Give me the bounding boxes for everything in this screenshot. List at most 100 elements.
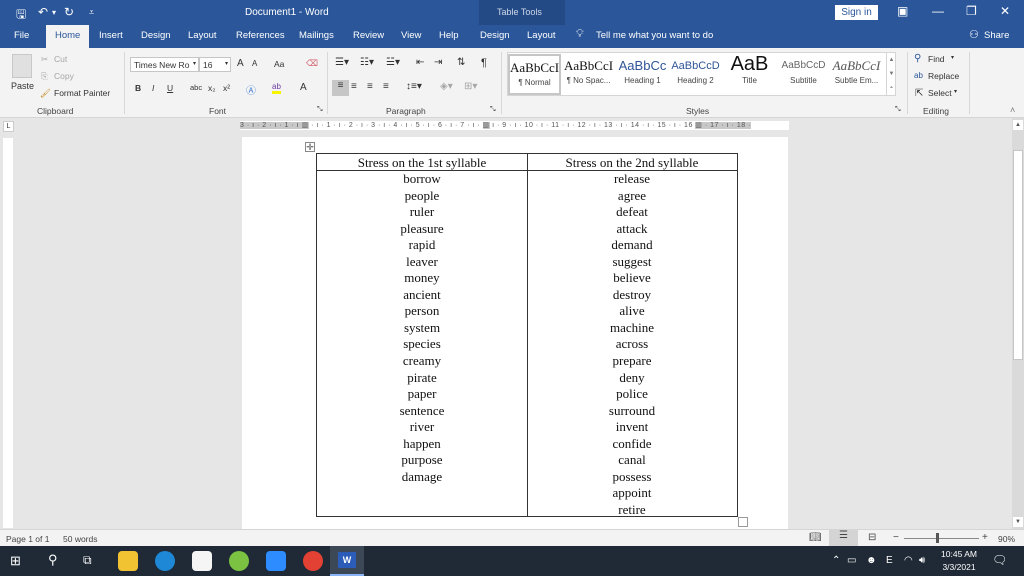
sort-icon[interactable]: ⇅ bbox=[457, 57, 465, 68]
notifications-icon[interactable]: 🗨︎ bbox=[992, 553, 1007, 567]
volume-icon[interactable]: 🔊︎ bbox=[919, 555, 925, 566]
user-tray-icon[interactable]: ☻ bbox=[866, 555, 877, 566]
shading-icon[interactable]: ◈▾ bbox=[440, 81, 453, 92]
task-view-icon[interactable]: ⧉ bbox=[83, 553, 92, 568]
table-word[interactable]: ancient bbox=[317, 287, 527, 304]
numbering-icon[interactable]: ☷▾ bbox=[360, 57, 374, 68]
table-word[interactable]: alive bbox=[527, 303, 737, 320]
grow-font-button[interactable]: A bbox=[237, 58, 244, 69]
file-explorer-icon[interactable] bbox=[118, 551, 138, 571]
tab-home[interactable]: Home bbox=[46, 25, 90, 48]
font-dialog-launcher-icon[interactable]: ⤡ bbox=[317, 106, 323, 114]
tab-help[interactable]: Help bbox=[439, 30, 459, 41]
battery-icon[interactable]: ▭ bbox=[847, 555, 856, 566]
word-taskbar-button[interactable]: W bbox=[330, 546, 364, 576]
find-button[interactable]: Find bbox=[928, 54, 945, 64]
select-dropdown-icon[interactable]: ▾ bbox=[954, 88, 957, 95]
align-center-icon[interactable]: ≡ bbox=[351, 81, 357, 92]
table-word[interactable]: believe bbox=[527, 270, 737, 287]
app-icon[interactable] bbox=[229, 551, 249, 571]
web-layout-icon[interactable]: ⊟ bbox=[868, 532, 876, 543]
tab-file[interactable]: File bbox=[14, 30, 29, 41]
zoom-level[interactable]: 90% bbox=[998, 534, 1015, 544]
table-word[interactable]: prepare bbox=[527, 353, 737, 370]
table-word[interactable]: canal bbox=[527, 452, 737, 469]
format-painter-button[interactable]: Format Painter bbox=[54, 88, 110, 98]
table-word[interactable]: agree bbox=[527, 188, 737, 205]
table-word[interactable]: ruler bbox=[317, 204, 527, 221]
table-word[interactable]: happen bbox=[317, 436, 527, 453]
ribbon-display-options-icon[interactable]: ▣ bbox=[897, 4, 908, 18]
zoom-slider-thumb[interactable] bbox=[936, 533, 940, 543]
justify-icon[interactable]: ≡ bbox=[383, 81, 389, 92]
align-right-icon[interactable]: ≡ bbox=[367, 81, 373, 92]
read-mode-icon[interactable]: 📖︎ bbox=[809, 532, 822, 543]
style-normal[interactable]: AaBbCcI ¶ Normal bbox=[508, 54, 561, 95]
scroll-down-icon[interactable]: ▼ bbox=[1013, 517, 1023, 527]
style-subtitle[interactable]: AaBbCcD Subtitle bbox=[777, 54, 830, 95]
tab-layout[interactable]: Layout bbox=[188, 30, 217, 41]
text-effects-icon[interactable]: Ⓐ bbox=[246, 82, 256, 97]
redo-icon[interactable]: ↻ bbox=[64, 5, 74, 19]
wifi-icon[interactable]: ◠ bbox=[904, 555, 913, 566]
style-heading-2[interactable]: AaBbCcD Heading 2 bbox=[669, 54, 722, 95]
table-move-handle-icon[interactable]: ✛ bbox=[305, 142, 315, 152]
font-color-button[interactable]: A bbox=[300, 82, 307, 93]
tab-table-layout[interactable]: Layout bbox=[527, 30, 556, 41]
scroll-thumb[interactable] bbox=[1013, 150, 1023, 360]
customize-qat-icon[interactable]: ⩡ bbox=[89, 7, 94, 18]
column-marker[interactable]: ▥ bbox=[301, 122, 309, 129]
zoom-in-button[interactable]: + bbox=[982, 532, 988, 543]
page-count[interactable]: Page 1 of 1 bbox=[6, 534, 49, 544]
restore-button[interactable]: ❐ bbox=[966, 4, 977, 18]
stress-table[interactable]: Stress on the 1st syllable Stress on the… bbox=[316, 153, 738, 517]
chrome-icon[interactable] bbox=[303, 551, 323, 571]
italic-button[interactable]: I bbox=[152, 83, 154, 93]
tab-references[interactable]: References bbox=[236, 30, 285, 41]
tab-design[interactable]: Design bbox=[141, 30, 171, 41]
windows-start-icon[interactable]: ⊞ bbox=[10, 553, 21, 569]
styles-scroll-buttons[interactable]: ▲ ▼ ⩡ bbox=[886, 53, 896, 95]
table-word[interactable]: invent bbox=[527, 419, 737, 436]
font-size-dropdown[interactable]: 16 ▾ bbox=[199, 57, 231, 72]
style-no-spacing[interactable]: AaBbCcI ¶ No Spac... bbox=[562, 54, 615, 95]
vertical-ruler[interactable] bbox=[3, 138, 13, 528]
save-icon[interactable]: 🖫 bbox=[16, 5, 26, 26]
scroll-up-icon[interactable]: ▲ bbox=[1013, 120, 1023, 130]
table-word[interactable]: retire bbox=[527, 502, 737, 519]
print-layout-icon[interactable]: ☰ bbox=[829, 530, 858, 546]
select-button[interactable]: Select bbox=[928, 88, 952, 98]
highlight-color-icon[interactable]: ab bbox=[272, 82, 281, 94]
line-spacing-icon[interactable]: ↕≡▾ bbox=[406, 81, 422, 92]
styles-dialog-launcher-icon[interactable]: ⤡ bbox=[895, 106, 901, 114]
shrink-font-button[interactable]: A bbox=[252, 59, 257, 68]
table-header-col2[interactable]: Stress on the 2nd syllable bbox=[527, 154, 737, 171]
table-word[interactable]: river bbox=[317, 419, 527, 436]
borders-icon[interactable]: ⊞▾ bbox=[464, 81, 477, 92]
close-button[interactable]: ✕ bbox=[1000, 4, 1010, 18]
table-word[interactable]: attack bbox=[527, 221, 737, 238]
table-word[interactable]: destroy bbox=[527, 287, 737, 304]
table-word[interactable]: person bbox=[317, 303, 527, 320]
underline-button[interactable]: U bbox=[167, 83, 173, 93]
table-word[interactable]: paper bbox=[317, 386, 527, 403]
show-hidden-icons[interactable]: ⌃ bbox=[832, 555, 840, 566]
multilevel-list-icon[interactable]: ☱▾ bbox=[386, 57, 400, 68]
replace-button[interactable]: Replace bbox=[928, 71, 959, 81]
paste-button[interactable]: Paste bbox=[11, 81, 34, 91]
zoom-out-button[interactable]: − bbox=[893, 532, 899, 543]
undo-icon[interactable]: ↶ bbox=[38, 5, 48, 19]
vertical-scrollbar[interactable]: ▲ ▼ bbox=[1012, 118, 1024, 529]
table-word[interactable]: people bbox=[317, 188, 527, 205]
table-word[interactable]: borrow bbox=[317, 171, 527, 188]
table-word[interactable]: police bbox=[527, 386, 737, 403]
search-icon[interactable]: ⚲ bbox=[48, 552, 58, 568]
column-marker[interactable]: ▥ bbox=[482, 122, 490, 129]
input-method-icon[interactable]: E bbox=[886, 555, 893, 566]
zoom-slider-track[interactable] bbox=[904, 538, 979, 539]
zoom-app-icon[interactable] bbox=[266, 551, 286, 571]
tab-view[interactable]: View bbox=[401, 30, 421, 41]
find-dropdown-icon[interactable]: ▾ bbox=[951, 54, 954, 61]
edge-icon[interactable] bbox=[155, 551, 175, 571]
bullets-icon[interactable]: ☰▾ bbox=[335, 57, 349, 68]
